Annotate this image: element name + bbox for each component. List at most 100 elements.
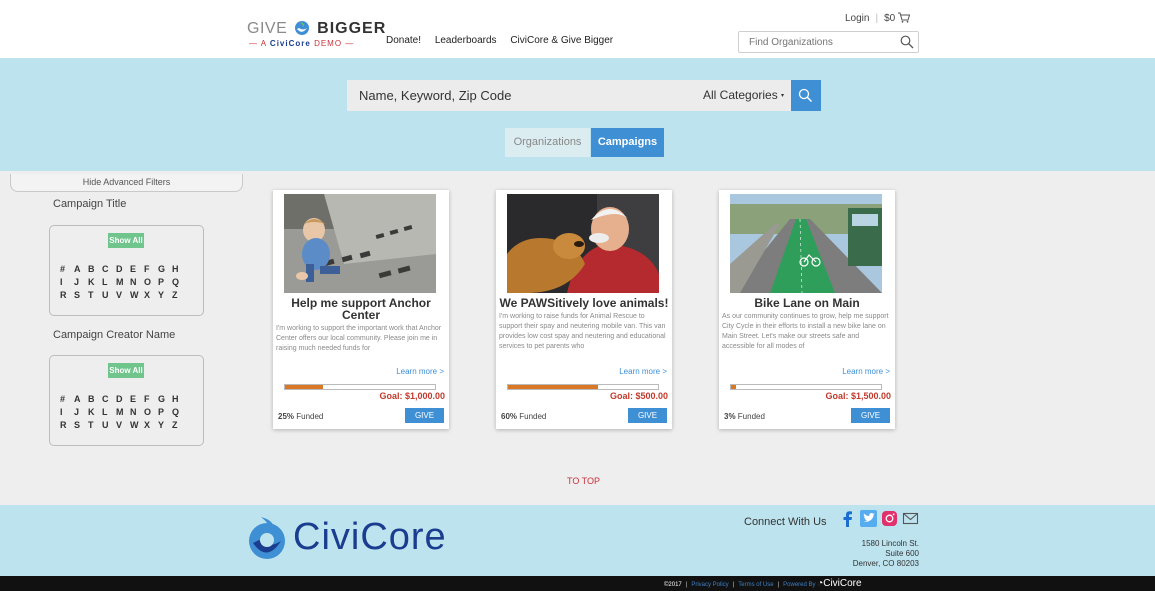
letter-filter-link[interactable]: H: [172, 393, 186, 406]
letter-filter-link[interactable]: P: [158, 406, 172, 419]
letter-filter-link[interactable]: T: [88, 419, 102, 432]
letter-filter-link[interactable]: X: [144, 289, 158, 302]
search-icon[interactable]: [900, 35, 914, 49]
category-select[interactable]: All Categories ▾: [697, 80, 791, 111]
letter-filter-link[interactable]: Z: [172, 419, 186, 432]
letter-row: RSTUVWXYZ: [60, 419, 200, 432]
cart-icon[interactable]: [897, 12, 910, 23]
letter-filter-link[interactable]: M: [116, 406, 130, 419]
tab-organizations[interactable]: Organizations: [505, 128, 590, 157]
letter-filter-link[interactable]: Z: [172, 289, 186, 302]
campaign-card[interactable]: Help me support Anchor Center I'm workin…: [273, 190, 449, 429]
letter-filter-link[interactable]: Q: [172, 406, 186, 419]
letter-filter-link[interactable]: K: [88, 406, 102, 419]
letter-filter-link[interactable]: Q: [172, 276, 186, 289]
campaign-image-bike-lane[interactable]: [730, 194, 882, 293]
nav-leaderboards[interactable]: Leaderboards: [435, 35, 497, 46]
letter-filter-link[interactable]: C: [102, 263, 116, 276]
login-link[interactable]: Login: [845, 13, 869, 24]
powered-by-civicore-logo[interactable]: ◔CiviCore: [817, 578, 861, 589]
tab-campaigns[interactable]: Campaigns: [591, 128, 664, 157]
letter-filter-link[interactable]: E: [130, 263, 144, 276]
letter-filter-link[interactable]: N: [130, 276, 144, 289]
letter-filter-link[interactable]: V: [116, 419, 130, 432]
letter-filter-link[interactable]: M: [116, 276, 130, 289]
hide-advanced-filters-button[interactable]: Hide Advanced Filters: [10, 174, 243, 192]
campaign-description: I'm working to raise funds for Animal Re…: [499, 313, 666, 350]
letter-filter-link[interactable]: F: [144, 393, 158, 406]
learn-more-link[interactable]: Learn more >: [619, 367, 667, 376]
instagram-icon[interactable]: [881, 510, 898, 527]
letter-filter-link[interactable]: R: [60, 289, 74, 302]
search-button[interactable]: [791, 80, 821, 111]
give-bigger-logo[interactable]: GIVE BIGGER — A CiviCore DEMO —: [247, 20, 385, 56]
letter-filter-link[interactable]: U: [102, 419, 116, 432]
letter-filter-link[interactable]: B: [88, 263, 102, 276]
filter-title-creator-name: Campaign Creator Name: [53, 329, 176, 341]
letter-filter-link[interactable]: F: [144, 263, 158, 276]
letter-filter-link[interactable]: D: [116, 393, 130, 406]
give-button[interactable]: GIVE: [851, 408, 890, 423]
nav-civicore-give-bigger[interactable]: CiviCore & Give Bigger: [510, 35, 613, 46]
letter-filter-link[interactable]: W: [130, 289, 144, 302]
letter-filter-link[interactable]: K: [88, 276, 102, 289]
keyword-search-input[interactable]: Name, Keyword, Zip Code: [347, 80, 697, 111]
letter-filter-link[interactable]: E: [130, 393, 144, 406]
terms-of-use-link[interactable]: Terms of Use: [738, 582, 773, 588]
letter-filter-link[interactable]: I: [60, 406, 74, 419]
letter-filter-link[interactable]: #: [60, 263, 74, 276]
letter-filter-link[interactable]: Y: [158, 419, 172, 432]
letter-filter-link[interactable]: C: [102, 393, 116, 406]
show-all-button[interactable]: Show All: [108, 233, 144, 248]
give-button[interactable]: GIVE: [405, 408, 444, 423]
letter-filter-link[interactable]: V: [116, 289, 130, 302]
campaign-card[interactable]: We PAWSitively love animals! I'm working…: [496, 190, 672, 429]
letter-filter-link[interactable]: Y: [158, 289, 172, 302]
show-all-button[interactable]: Show All: [108, 363, 144, 378]
letter-filter-link[interactable]: J: [74, 276, 88, 289]
twitter-icon[interactable]: [860, 510, 877, 527]
campaign-title[interactable]: We PAWSitively love animals!: [499, 297, 669, 309]
facebook-icon[interactable]: [839, 510, 856, 527]
give-button[interactable]: GIVE: [628, 408, 667, 423]
letter-filter-link[interactable]: R: [60, 419, 74, 432]
letter-filter-link[interactable]: A: [74, 393, 88, 406]
civicore-logo[interactable]: CiviCore: [247, 513, 447, 563]
letter-filter-link[interactable]: X: [144, 419, 158, 432]
letter-filter-link[interactable]: D: [116, 263, 130, 276]
find-organizations-input[interactable]: [739, 32, 889, 53]
campaign-card[interactable]: Bike Lane on Main As our community conti…: [719, 190, 895, 429]
letter-filter-link[interactable]: I: [60, 276, 74, 289]
letter-filter-link[interactable]: G: [158, 263, 172, 276]
letter-filter-link[interactable]: B: [88, 393, 102, 406]
letter-filter-link[interactable]: L: [102, 406, 116, 419]
funded-label: Funded: [519, 412, 547, 421]
letter-filter-link[interactable]: P: [158, 276, 172, 289]
letter-filter-link[interactable]: U: [102, 289, 116, 302]
letter-filter-link[interactable]: J: [74, 406, 88, 419]
letter-filter-link[interactable]: S: [74, 419, 88, 432]
letter-filter-link[interactable]: O: [144, 406, 158, 419]
campaign-title[interactable]: Help me support Anchor Center: [276, 297, 446, 321]
letter-filter-link[interactable]: L: [102, 276, 116, 289]
letter-filter-link[interactable]: H: [172, 263, 186, 276]
logo-subtitle: — A CiviCore DEMO —: [249, 39, 355, 48]
letter-filter-link[interactable]: S: [74, 289, 88, 302]
cart-total[interactable]: $0: [884, 13, 895, 24]
learn-more-link[interactable]: Learn more >: [842, 367, 890, 376]
letter-filter-link[interactable]: G: [158, 393, 172, 406]
letter-filter-link[interactable]: T: [88, 289, 102, 302]
campaign-title[interactable]: Bike Lane on Main: [722, 297, 892, 309]
privacy-policy-link[interactable]: Privacy Policy: [691, 582, 728, 588]
letter-filter-link[interactable]: N: [130, 406, 144, 419]
learn-more-link[interactable]: Learn more >: [396, 367, 444, 376]
nav-donate[interactable]: Donate!: [386, 35, 421, 46]
to-top-link[interactable]: TO TOP: [567, 476, 600, 486]
letter-filter-link[interactable]: #: [60, 393, 74, 406]
letter-filter-link[interactable]: W: [130, 419, 144, 432]
campaign-image-baby-crawling[interactable]: [284, 194, 436, 293]
letter-filter-link[interactable]: O: [144, 276, 158, 289]
email-icon[interactable]: [902, 510, 919, 527]
campaign-image-man-with-dog[interactable]: [507, 194, 659, 293]
letter-filter-link[interactable]: A: [74, 263, 88, 276]
